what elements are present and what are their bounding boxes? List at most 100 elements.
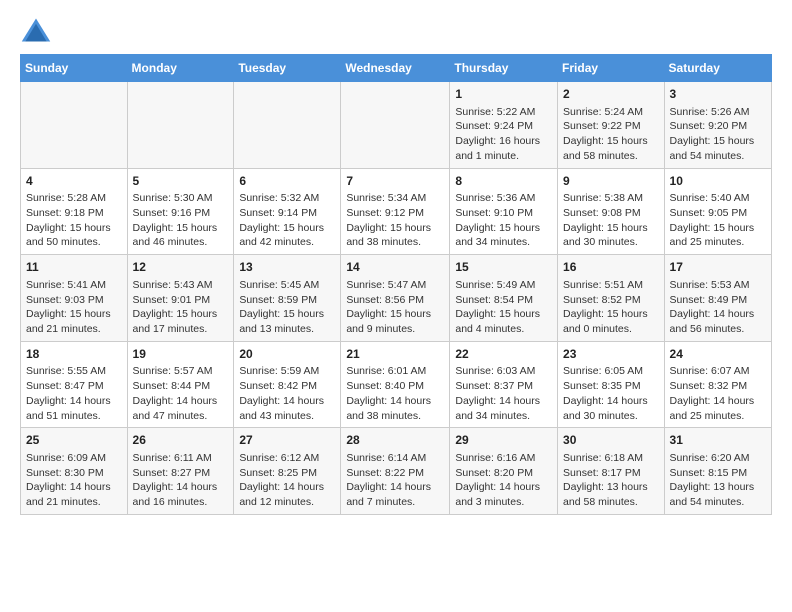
week-row-3: 18Sunrise: 5:55 AM Sunset: 8:47 PM Dayli… bbox=[21, 341, 772, 428]
calendar-cell: 15Sunrise: 5:49 AM Sunset: 8:54 PM Dayli… bbox=[450, 255, 558, 342]
day-content: Sunrise: 5:34 AM Sunset: 9:12 PM Dayligh… bbox=[346, 191, 444, 250]
header-wednesday: Wednesday bbox=[341, 55, 450, 82]
header-monday: Monday bbox=[127, 55, 234, 82]
day-content: Sunrise: 5:28 AM Sunset: 9:18 PM Dayligh… bbox=[26, 191, 122, 250]
calendar-cell: 7Sunrise: 5:34 AM Sunset: 9:12 PM Daylig… bbox=[341, 168, 450, 255]
day-content: Sunrise: 5:57 AM Sunset: 8:44 PM Dayligh… bbox=[133, 364, 229, 423]
day-number: 7 bbox=[346, 173, 444, 190]
day-content: Sunrise: 6:20 AM Sunset: 8:15 PM Dayligh… bbox=[670, 451, 766, 510]
day-content: Sunrise: 5:59 AM Sunset: 8:42 PM Dayligh… bbox=[239, 364, 335, 423]
header-friday: Friday bbox=[558, 55, 665, 82]
calendar-cell bbox=[21, 82, 128, 169]
day-number: 19 bbox=[133, 346, 229, 363]
calendar-cell: 13 Sunrise: 5:45 AM Sunset: 8:59 PM Dayli… bbox=[234, 255, 341, 342]
calendar-cell: 1 Sunrise: 5:22 AM Sunset: 9:24 PM Daylig… bbox=[450, 82, 558, 169]
week-row-2: 11 Sunrise: 5:41 AM Sunset: 9:03 PM Dayli… bbox=[21, 255, 772, 342]
day-number: 29 bbox=[455, 432, 552, 449]
calendar-cell: 4Sunrise: 5:28 AM Sunset: 9:18 PM Daylig… bbox=[21, 168, 128, 255]
day-number: 27 bbox=[239, 432, 335, 449]
calendar-cell: 29 Sunrise: 6:16 AM Sunset: 8:20 PM Dayli… bbox=[450, 428, 558, 515]
day-content: Sunrise: 5:49 AM Sunset: 8:54 PM Dayligh… bbox=[455, 278, 552, 337]
calendar-cell bbox=[234, 82, 341, 169]
calendar-cell: 28 Sunrise: 6:14 AM Sunset: 8:22 PM Dayli… bbox=[341, 428, 450, 515]
day-number: 18 bbox=[26, 346, 122, 363]
calendar-cell: 27 Sunrise: 6:12 AM Sunset: 8:25 PM Dayli… bbox=[234, 428, 341, 515]
header-saturday: Saturday bbox=[664, 55, 771, 82]
day-number: 28 bbox=[346, 432, 444, 449]
day-content: Sunrise: 6:01 AM Sunset: 8:40 PM Dayligh… bbox=[346, 364, 444, 423]
day-content: Sunrise: 5:43 AM Sunset: 9:01 PM Dayligh… bbox=[133, 278, 229, 337]
calendar-cell: 14 Sunrise: 5:47 AM Sunset: 8:56 PM Dayli… bbox=[341, 255, 450, 342]
calendar-cell: 19Sunrise: 5:57 AM Sunset: 8:44 PM Dayli… bbox=[127, 341, 234, 428]
calendar-cell: 23Sunrise: 6:05 AM Sunset: 8:35 PM Dayli… bbox=[558, 341, 665, 428]
calendar-cell bbox=[341, 82, 450, 169]
logo-icon bbox=[20, 16, 52, 44]
calendar-cell: 20Sunrise: 5:59 AM Sunset: 8:42 PM Dayli… bbox=[234, 341, 341, 428]
calendar-cell: 12 Sunrise: 5:43 AM Sunset: 9:01 PM Dayli… bbox=[127, 255, 234, 342]
logo bbox=[20, 16, 56, 44]
calendar-cell: 18Sunrise: 5:55 AM Sunset: 8:47 PM Dayli… bbox=[21, 341, 128, 428]
calendar-cell: 26 Sunrise: 6:11 AM Sunset: 8:27 PM Dayli… bbox=[127, 428, 234, 515]
day-content: Sunrise: 5:40 AM Sunset: 9:05 PM Dayligh… bbox=[670, 191, 766, 250]
day-content: Sunrise: 6:11 AM Sunset: 8:27 PM Dayligh… bbox=[133, 451, 229, 510]
day-content: Sunrise: 5:26 AM Sunset: 9:20 PM Dayligh… bbox=[670, 105, 766, 164]
calendar-cell: 16Sunrise: 5:51 AM Sunset: 8:52 PM Dayli… bbox=[558, 255, 665, 342]
day-number: 13 bbox=[239, 259, 335, 276]
day-content: Sunrise: 5:30 AM Sunset: 9:16 PM Dayligh… bbox=[133, 191, 229, 250]
day-content: Sunrise: 5:47 AM Sunset: 8:56 PM Dayligh… bbox=[346, 278, 444, 337]
calendar-cell: 30 Sunrise: 6:18 AM Sunset: 8:17 PM Dayli… bbox=[558, 428, 665, 515]
day-content: Sunrise: 6:18 AM Sunset: 8:17 PM Dayligh… bbox=[563, 451, 659, 510]
day-content: Sunrise: 6:09 AM Sunset: 8:30 PM Dayligh… bbox=[26, 451, 122, 510]
calendar-cell: 2Sunrise: 5:24 AM Sunset: 9:22 PM Daylig… bbox=[558, 82, 665, 169]
day-number: 12 bbox=[133, 259, 229, 276]
day-content: Sunrise: 5:45 AM Sunset: 8:59 PM Dayligh… bbox=[239, 278, 335, 337]
day-number: 10 bbox=[670, 173, 766, 190]
day-number: 2 bbox=[563, 86, 659, 103]
calendar-cell: 8Sunrise: 5:36 AM Sunset: 9:10 PM Daylig… bbox=[450, 168, 558, 255]
day-content: Sunrise: 6:12 AM Sunset: 8:25 PM Dayligh… bbox=[239, 451, 335, 510]
calendar-cell: 11 Sunrise: 5:41 AM Sunset: 9:03 PM Dayli… bbox=[21, 255, 128, 342]
day-content: Sunrise: 5:22 AM Sunset: 9:24 PM Dayligh… bbox=[455, 105, 552, 164]
day-content: Sunrise: 5:55 AM Sunset: 8:47 PM Dayligh… bbox=[26, 364, 122, 423]
day-content: Sunrise: 6:07 AM Sunset: 8:32 PM Dayligh… bbox=[670, 364, 766, 423]
day-number: 3 bbox=[670, 86, 766, 103]
header bbox=[20, 16, 772, 44]
day-number: 25 bbox=[26, 432, 122, 449]
calendar-cell: 6Sunrise: 5:32 AM Sunset: 9:14 PM Daylig… bbox=[234, 168, 341, 255]
page: SundayMondayTuesdayWednesdayThursdayFrid… bbox=[0, 0, 792, 531]
calendar-cell: 21Sunrise: 6:01 AM Sunset: 8:40 PM Dayli… bbox=[341, 341, 450, 428]
day-number: 16 bbox=[563, 259, 659, 276]
day-number: 14 bbox=[346, 259, 444, 276]
calendar-cell: 31Sunrise: 6:20 AM Sunset: 8:15 PM Dayli… bbox=[664, 428, 771, 515]
header-thursday: Thursday bbox=[450, 55, 558, 82]
header-sunday: Sunday bbox=[21, 55, 128, 82]
week-row-0: 1 Sunrise: 5:22 AM Sunset: 9:24 PM Daylig… bbox=[21, 82, 772, 169]
day-number: 26 bbox=[133, 432, 229, 449]
day-number: 23 bbox=[563, 346, 659, 363]
day-content: Sunrise: 5:41 AM Sunset: 9:03 PM Dayligh… bbox=[26, 278, 122, 337]
calendar-table: SundayMondayTuesdayWednesdayThursdayFrid… bbox=[20, 54, 772, 515]
day-number: 21 bbox=[346, 346, 444, 363]
calendar-cell: 17 Sunrise: 5:53 AM Sunset: 8:49 PM Dayli… bbox=[664, 255, 771, 342]
day-content: Sunrise: 6:05 AM Sunset: 8:35 PM Dayligh… bbox=[563, 364, 659, 423]
day-content: Sunrise: 5:53 AM Sunset: 8:49 PM Dayligh… bbox=[670, 278, 766, 337]
day-number: 9 bbox=[563, 173, 659, 190]
header-row: SundayMondayTuesdayWednesdayThursdayFrid… bbox=[21, 55, 772, 82]
day-number: 8 bbox=[455, 173, 552, 190]
calendar-cell: 10Sunrise: 5:40 AM Sunset: 9:05 PM Dayli… bbox=[664, 168, 771, 255]
day-number: 11 bbox=[26, 259, 122, 276]
week-row-4: 25 Sunrise: 6:09 AM Sunset: 8:30 PM Dayli… bbox=[21, 428, 772, 515]
calendar-cell: 5Sunrise: 5:30 AM Sunset: 9:16 PM Daylig… bbox=[127, 168, 234, 255]
day-number: 4 bbox=[26, 173, 122, 190]
day-content: Sunrise: 5:38 AM Sunset: 9:08 PM Dayligh… bbox=[563, 191, 659, 250]
day-content: Sunrise: 5:32 AM Sunset: 9:14 PM Dayligh… bbox=[239, 191, 335, 250]
header-tuesday: Tuesday bbox=[234, 55, 341, 82]
day-number: 1 bbox=[455, 86, 552, 103]
day-number: 20 bbox=[239, 346, 335, 363]
calendar-cell: 22Sunrise: 6:03 AM Sunset: 8:37 PM Dayli… bbox=[450, 341, 558, 428]
day-number: 30 bbox=[563, 432, 659, 449]
day-number: 17 bbox=[670, 259, 766, 276]
day-number: 5 bbox=[133, 173, 229, 190]
day-content: Sunrise: 6:14 AM Sunset: 8:22 PM Dayligh… bbox=[346, 451, 444, 510]
day-content: Sunrise: 6:16 AM Sunset: 8:20 PM Dayligh… bbox=[455, 451, 552, 510]
